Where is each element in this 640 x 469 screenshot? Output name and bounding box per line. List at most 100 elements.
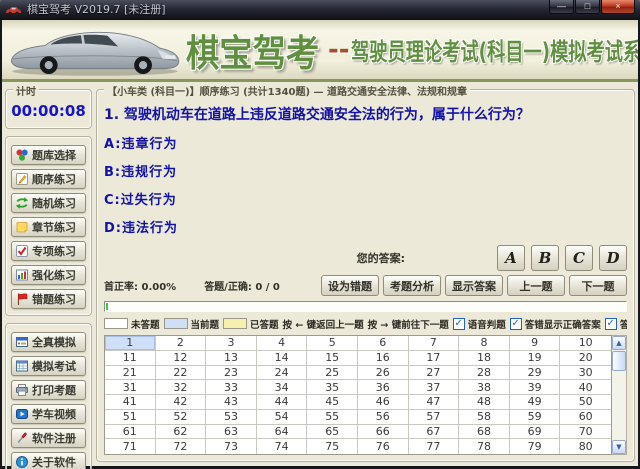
grid-cell-30[interactable]: 30 bbox=[560, 365, 611, 381]
grid-cell-10[interactable]: 10 bbox=[560, 336, 611, 351]
grid-cell-65[interactable]: 65 bbox=[307, 424, 358, 440]
show-answer-button[interactable]: 显示答案 bbox=[445, 275, 503, 296]
sidebar-button-wrong-questions[interactable]: 错题练习 bbox=[11, 289, 86, 309]
mark-wrong-button[interactable]: 设为错题 bbox=[321, 275, 379, 296]
grid-cell-36[interactable]: 36 bbox=[357, 380, 409, 395]
grid-cell-39[interactable]: 39 bbox=[509, 380, 561, 395]
minimize-button[interactable]: — bbox=[549, 0, 574, 14]
grid-cell-33[interactable]: 33 bbox=[206, 380, 257, 395]
scroll-thumb[interactable] bbox=[612, 351, 626, 371]
sidebar-button-videos[interactable]: 学车视频 bbox=[11, 404, 86, 424]
grid-cell-31[interactable]: 31 bbox=[105, 380, 156, 395]
option-c[interactable]: C:过失行为 bbox=[104, 189, 627, 208]
grid-cell-34[interactable]: 34 bbox=[256, 380, 308, 395]
grid-cell-77[interactable]: 77 bbox=[408, 439, 460, 454]
grid-cell-21[interactable]: 21 bbox=[105, 365, 156, 381]
grid-cell-64[interactable]: 64 bbox=[256, 424, 308, 440]
grid-cell-59[interactable]: 59 bbox=[509, 409, 561, 425]
auto-next-checkbox[interactable] bbox=[604, 317, 617, 330]
grid-cell-61[interactable]: 61 bbox=[105, 424, 156, 440]
grid-cell-23[interactable]: 23 bbox=[206, 365, 257, 381]
grid-cell-2[interactable]: 2 bbox=[155, 336, 207, 351]
answer-b-button[interactable]: B bbox=[531, 245, 559, 271]
grid-cell-51[interactable]: 51 bbox=[105, 409, 156, 425]
sidebar-button-register[interactable]: 软件注册 bbox=[11, 428, 86, 448]
grid-cell-79[interactable]: 79 bbox=[509, 439, 561, 454]
option-a[interactable]: A:违章行为 bbox=[104, 133, 627, 152]
grid-cell-27[interactable]: 27 bbox=[408, 365, 460, 381]
scroll-up-icon[interactable]: ▲ bbox=[612, 336, 626, 350]
grid-cell-43[interactable]: 43 bbox=[206, 395, 257, 410]
answer-a-button[interactable]: A bbox=[497, 245, 525, 271]
grid-cell-40[interactable]: 40 bbox=[560, 380, 611, 395]
grid-cell-72[interactable]: 72 bbox=[155, 439, 207, 454]
grid-cell-74[interactable]: 74 bbox=[256, 439, 308, 454]
grid-scrollbar[interactable]: ▲ ▼ bbox=[612, 335, 627, 455]
grid-cell-5[interactable]: 5 bbox=[307, 336, 358, 351]
sidebar-button-random[interactable]: 随机练习 bbox=[11, 193, 86, 213]
grid-cell-50[interactable]: 50 bbox=[560, 395, 611, 410]
grid-cell-54[interactable]: 54 bbox=[256, 409, 308, 425]
grid-cell-32[interactable]: 32 bbox=[155, 380, 207, 395]
sidebar-button-about[interactable]: 关于软件 bbox=[11, 452, 86, 469]
grid-cell-58[interactable]: 58 bbox=[459, 409, 510, 425]
grid-cell-1[interactable]: 1 bbox=[105, 336, 156, 351]
grid-cell-45[interactable]: 45 bbox=[307, 395, 358, 410]
grid-cell-3[interactable]: 3 bbox=[206, 336, 257, 351]
grid-cell-37[interactable]: 37 bbox=[408, 380, 460, 395]
sidebar-button-full-simulation[interactable]: 全真模拟 bbox=[11, 332, 86, 352]
grid-cell-70[interactable]: 70 bbox=[560, 424, 611, 440]
analysis-button[interactable]: 考题分析 bbox=[383, 275, 441, 296]
grid-cell-29[interactable]: 29 bbox=[509, 365, 561, 381]
sidebar-button-print[interactable]: 打印考题 bbox=[11, 380, 86, 400]
voice-judge-checkbox[interactable] bbox=[452, 317, 465, 330]
grid-cell-75[interactable]: 75 bbox=[307, 439, 358, 454]
sidebar-button-intensive[interactable]: 强化练习 bbox=[11, 265, 86, 285]
grid-cell-71[interactable]: 71 bbox=[105, 439, 156, 454]
grid-cell-24[interactable]: 24 bbox=[256, 365, 308, 381]
option-b[interactable]: B:违规行为 bbox=[104, 161, 627, 180]
grid-cell-80[interactable]: 80 bbox=[560, 439, 611, 454]
grid-cell-57[interactable]: 57 bbox=[408, 409, 460, 425]
show-correct-checkbox[interactable] bbox=[509, 317, 522, 330]
grid-cell-17[interactable]: 17 bbox=[408, 350, 460, 366]
grid-cell-6[interactable]: 6 bbox=[357, 336, 409, 351]
grid-cell-53[interactable]: 53 bbox=[206, 409, 257, 425]
next-question-button[interactable]: 下一题 bbox=[569, 275, 627, 296]
grid-cell-76[interactable]: 76 bbox=[357, 439, 409, 454]
grid-cell-42[interactable]: 42 bbox=[155, 395, 207, 410]
sidebar-button-special[interactable]: 专项练习 bbox=[11, 241, 86, 261]
grid-cell-8[interactable]: 8 bbox=[459, 336, 510, 351]
option-d[interactable]: D:违法行为 bbox=[104, 217, 627, 236]
maximize-button[interactable]: □ bbox=[575, 0, 600, 14]
grid-cell-48[interactable]: 48 bbox=[459, 395, 510, 410]
grid-cell-26[interactable]: 26 bbox=[357, 365, 409, 381]
grid-cell-56[interactable]: 56 bbox=[357, 409, 409, 425]
grid-cell-67[interactable]: 67 bbox=[408, 424, 460, 440]
grid-cell-4[interactable]: 4 bbox=[256, 336, 308, 351]
grid-cell-60[interactable]: 60 bbox=[560, 409, 611, 425]
grid-cell-38[interactable]: 38 bbox=[459, 380, 510, 395]
scroll-track[interactable] bbox=[612, 372, 626, 440]
grid-cell-15[interactable]: 15 bbox=[307, 350, 358, 366]
scroll-down-icon[interactable]: ▼ bbox=[612, 440, 626, 454]
sidebar-button-question-bank[interactable]: 题库选择 bbox=[11, 145, 86, 165]
grid-cell-22[interactable]: 22 bbox=[155, 365, 207, 381]
grid-cell-47[interactable]: 47 bbox=[408, 395, 460, 410]
close-button[interactable]: × bbox=[601, 0, 635, 14]
sidebar-button-chapter[interactable]: 章节练习 bbox=[11, 217, 86, 237]
grid-cell-20[interactable]: 20 bbox=[560, 350, 611, 366]
grid-cell-52[interactable]: 52 bbox=[155, 409, 207, 425]
grid-cell-63[interactable]: 63 bbox=[206, 424, 257, 440]
grid-cell-11[interactable]: 11 bbox=[105, 350, 156, 366]
grid-cell-28[interactable]: 28 bbox=[459, 365, 510, 381]
grid-cell-78[interactable]: 78 bbox=[459, 439, 510, 454]
grid-cell-68[interactable]: 68 bbox=[459, 424, 510, 440]
previous-question-button[interactable]: 上一题 bbox=[507, 275, 565, 296]
grid-cell-69[interactable]: 69 bbox=[509, 424, 561, 440]
grid-cell-41[interactable]: 41 bbox=[105, 395, 156, 410]
grid-cell-19[interactable]: 19 bbox=[509, 350, 561, 366]
grid-cell-66[interactable]: 66 bbox=[357, 424, 409, 440]
grid-cell-35[interactable]: 35 bbox=[307, 380, 358, 395]
sidebar-button-mock-exam[interactable]: 模拟考试 bbox=[11, 356, 86, 376]
